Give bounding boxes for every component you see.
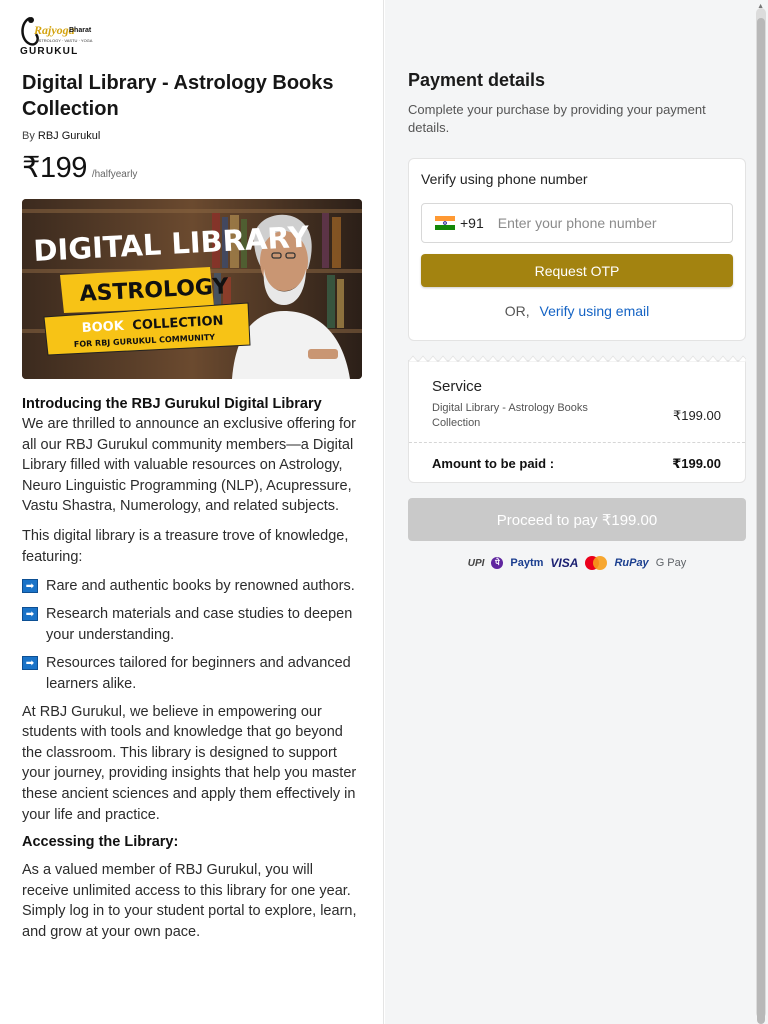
payment-methods: UPI पे Paytm VISA RuPay G Pay (408, 555, 746, 571)
feature-text: Resources tailored for beginners and adv… (46, 654, 351, 692)
verify-phone-card: Verify using phone number +91 Request OT… (408, 158, 746, 341)
banner-line3a: BOOK (81, 319, 125, 336)
order-summary-card: Service Digital Library - Astrology Book… (408, 355, 746, 483)
scroll-up-icon[interactable]: ▲ (757, 3, 764, 10)
svg-text:GURUKUL: GURUKUL (20, 46, 78, 57)
feature-text: Rare and authentic books by renowned aut… (46, 578, 355, 595)
request-otp-button[interactable]: Request OTP (421, 254, 733, 287)
payment-panel: Payment details Complete your purchase b… (385, 0, 768, 1024)
paytm-logo: Paytm (510, 557, 544, 569)
amount-value: ₹199.00 (672, 456, 721, 471)
country-code[interactable]: +91 (460, 215, 484, 231)
price-row: ₹199 /halfyearly (22, 150, 361, 185)
proceed-to-pay-button[interactable]: Proceed to pay ₹199.00 (408, 498, 746, 541)
verify-email-link[interactable]: Verify using email (540, 303, 650, 319)
list-item: ➡ Research materials and case studies to… (22, 604, 361, 645)
gpay-logo: G Pay (655, 557, 687, 569)
phone-field[interactable]: +91 (421, 203, 733, 243)
author-name[interactable]: RBJ Gurukul (38, 130, 100, 142)
svg-text:ASTROLOGY · VASTU · YOGA: ASTROLOGY · VASTU · YOGA (36, 38, 93, 43)
features-intro: This digital library is a treasure trove… (22, 527, 349, 565)
product-banner-image: DIGITAL LIBRARY ASTROLOGY BOOK COLLECTIO… (22, 199, 362, 379)
service-name: Digital Library - Astrology Books Collec… (432, 402, 588, 429)
service-price: ₹199.00 (672, 408, 721, 423)
arrow-right-icon: ➡ (22, 607, 38, 622)
ticket-edge (408, 355, 746, 362)
alt-verify-row: OR, Verify using email (421, 303, 733, 319)
product-title: Digital Library - Astrology Books Collec… (22, 72, 334, 120)
mission-paragraph: At RBJ Gurukul, we believe in empowering… (22, 703, 357, 823)
svg-text:Bharat: Bharat (69, 27, 92, 34)
amount-label: Amount to be paid : (432, 456, 555, 471)
verify-title: Verify using phone number (421, 171, 588, 187)
billing-period: /halfyearly (91, 169, 138, 180)
list-item: ➡ Resources tailored for beginners and a… (22, 653, 361, 694)
scrollbar-thumb[interactable] (757, 18, 765, 1024)
features-list: ➡ Rare and authentic books by renowned a… (22, 576, 361, 694)
phonepe-logo: पे (491, 557, 504, 569)
product-panel: Rajyoga Bharat ASTROLOGY · VASTU · YOGA … (0, 0, 384, 1024)
payment-subtitle: Complete your purchase by providing your… (408, 102, 706, 135)
access-paragraph: As a valued member of RBJ Gurukul, you w… (22, 862, 357, 940)
mastercard-logo (585, 556, 608, 570)
product-price: ₹199 (22, 152, 87, 184)
arrow-right-icon: ➡ (22, 579, 38, 594)
intro-heading: Introducing the RBJ Gurukul Digital Libr… (22, 396, 322, 412)
service-label: Service (432, 378, 483, 395)
brand-logo[interactable]: Rajyoga Bharat ASTROLOGY · VASTU · YOGA … (16, 12, 94, 58)
payment-title: Payment details (408, 70, 546, 90)
intro-paragraph: We are thrilled to announce an exclusive… (22, 416, 356, 515)
india-flag-icon (435, 216, 455, 231)
upi-logo: UPI (467, 557, 485, 569)
feature-text: Research materials and case studies to d… (46, 606, 353, 643)
or-text: OR, (504, 303, 530, 319)
byline-prefix: By (22, 130, 35, 142)
rupay-logo: RuPay (614, 557, 649, 569)
summary-divider (409, 442, 745, 443)
access-heading: Accessing the Library: (22, 834, 179, 851)
author-byline: By RBJ Gurukul (22, 130, 361, 142)
phone-input[interactable] (497, 215, 708, 231)
visa-logo: VISA (550, 556, 579, 570)
arrow-right-icon: ➡ (22, 655, 38, 670)
list-item: ➡ Rare and authentic books by renowned a… (22, 576, 361, 597)
